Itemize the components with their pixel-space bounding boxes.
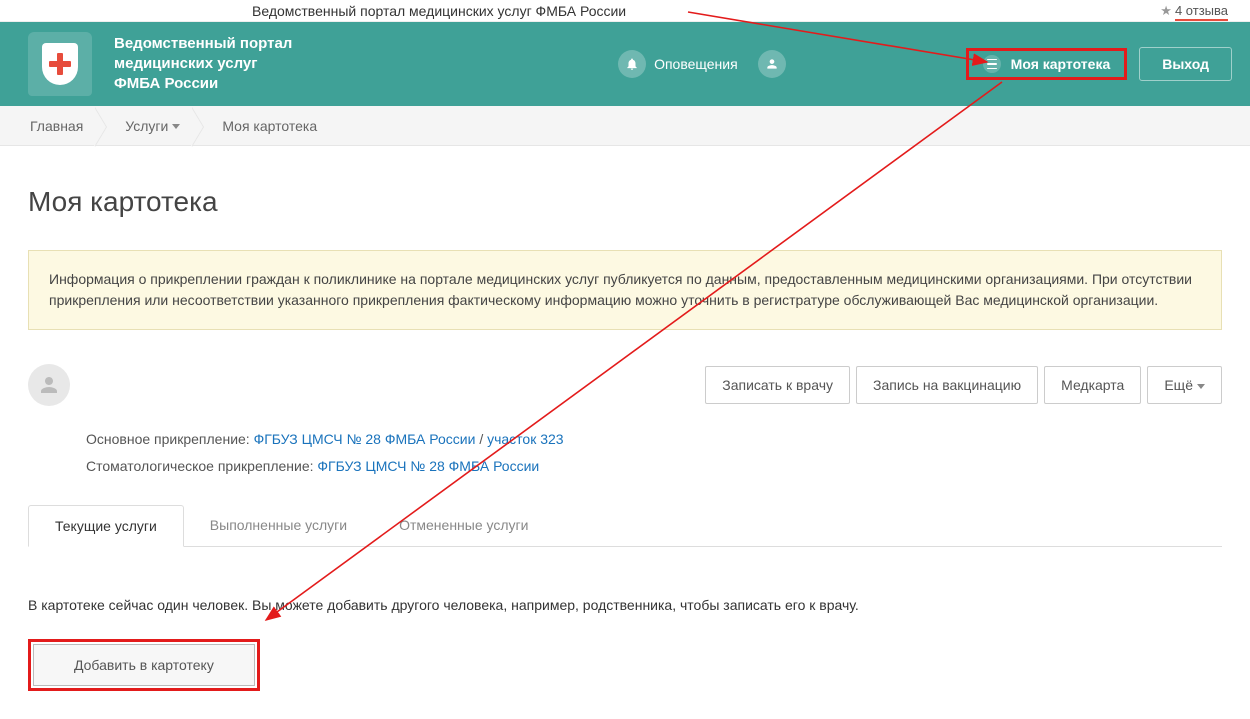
medcard-button[interactable]: Медкарта (1044, 366, 1141, 404)
shield-icon (28, 32, 92, 96)
person-icon (37, 373, 61, 397)
bell-icon (618, 50, 646, 78)
dental-attachment-org-link[interactable]: ФГБУЗ ЦМСЧ № 28 ФМБА России (317, 458, 539, 474)
chevron-down-icon (172, 124, 180, 129)
tab-cancelled-services[interactable]: Отмененные услуги (373, 505, 554, 546)
page-title: Моя картотека (28, 186, 1222, 218)
reviews-text: 4 отзыва (1175, 3, 1228, 21)
star-icon: ★ (1160, 3, 1172, 18)
main-attachment-org-link[interactable]: ФГБУЗ ЦМСЧ № 28 ФМБА России (254, 431, 476, 447)
services-tabs: Текущие услуги Выполненные услуги Отмене… (28, 505, 1222, 547)
add-to-kartoteka-button[interactable]: Добавить в картотеку (33, 644, 255, 686)
exit-button[interactable]: Выход (1139, 47, 1232, 81)
main-header: Ведомственный портал медицинских услуг Ф… (0, 22, 1250, 106)
notifications-button[interactable]: Оповещения (618, 50, 738, 78)
kartoteka-hint: В картотеке сейчас один человек. Вы може… (28, 597, 1222, 613)
breadcrumb: Главная Услуги Моя картотека (0, 106, 1250, 146)
tab-done-services[interactable]: Выполненные услуги (184, 505, 373, 546)
breadcrumb-current: Моя картотека (200, 118, 337, 134)
portal-title: Ведомственный портал медицинских услуг Ф… (114, 34, 292, 95)
info-banner: Информация о прикреплении граждан к поли… (28, 250, 1222, 330)
user-avatar-button[interactable] (758, 50, 786, 78)
chevron-down-icon (1197, 384, 1205, 389)
logo[interactable]: Ведомственный портал медицинских услуг Ф… (28, 32, 292, 96)
avatar (28, 364, 70, 406)
breadcrumb-services[interactable]: Услуги (103, 118, 200, 134)
main-attachment-label: Основное прикрепление: (86, 431, 250, 447)
breadcrumb-home[interactable]: Главная (20, 118, 103, 134)
main-attachment-sector-link[interactable]: участок 323 (487, 431, 564, 447)
more-button[interactable]: Ещё (1147, 366, 1222, 404)
hamburger-icon (983, 55, 1001, 73)
vaccine-booking-button[interactable]: Запись на вакцинацию (856, 366, 1038, 404)
notifications-label: Оповещения (654, 56, 738, 72)
top-portal-label: Ведомственный портал медицинских услуг Ф… (252, 3, 626, 19)
my-kartoteka-label: Моя картотека (1011, 56, 1111, 72)
tab-current-services[interactable]: Текущие услуги (28, 505, 184, 547)
reviews-link[interactable]: ★4 отзыва (1160, 3, 1228, 21)
add-to-kartoteka-highlight: Добавить в картотеку (28, 639, 260, 691)
person-icon (765, 57, 779, 71)
my-kartoteka-button[interactable]: Моя картотека (966, 48, 1128, 80)
person-row: Записать к врачу Запись на вакцинацию Ме… (28, 364, 1222, 406)
attachment-info: Основное прикрепление: ФГБУЗ ЦМСЧ № 28 Ф… (86, 426, 1222, 479)
appoint-doctor-button[interactable]: Записать к врачу (705, 366, 850, 404)
dental-attachment-label: Стоматологическое прикрепление: (86, 458, 314, 474)
